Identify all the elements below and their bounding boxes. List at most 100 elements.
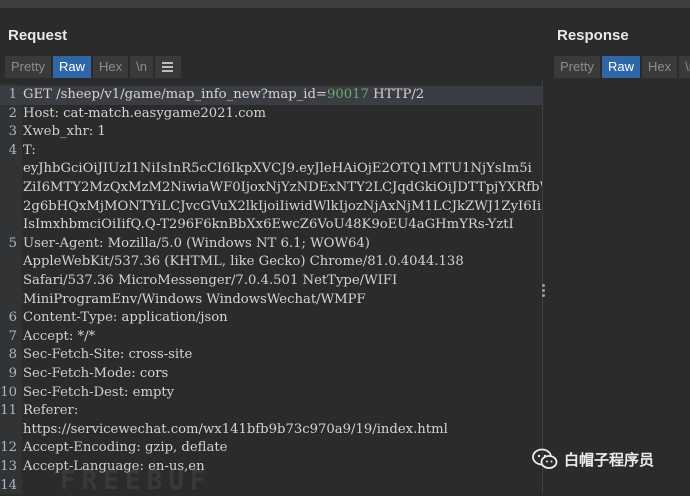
splitter-handle[interactable] bbox=[541, 284, 547, 298]
code-text: IsImxhbmciOiIifQ.Q-T296F6knBbXx6EwcZ6VoU… bbox=[23, 217, 514, 233]
response-panel-title: Response bbox=[557, 27, 629, 44]
line-code: MiniProgramEnv/Windows WindowsWechat/WMP… bbox=[23, 291, 366, 310]
line-code: Accept-Encoding: gzip, deflate bbox=[23, 439, 227, 458]
request-line[interactable]: 6 Content-Type: application/json bbox=[0, 309, 542, 328]
code-text: : Mozilla/5.0 (Windows NT 6.1; WOW64) bbox=[99, 235, 370, 251]
request-line[interactable]: 2g6bHQxMjMONTYiLCJvcGVuX2lkIjoiIiwidWlkI… bbox=[0, 198, 542, 217]
code-text: MiniProgramEnv/Windows WindowsWechat/WMP… bbox=[23, 291, 366, 307]
line-code: Accept: */* bbox=[23, 328, 95, 347]
line-number: 3 bbox=[8, 124, 17, 140]
line-number: 1 bbox=[8, 87, 17, 102]
top-strip bbox=[0, 0, 690, 8]
code-text: : cors bbox=[131, 366, 169, 381]
line-number: 2 bbox=[8, 105, 17, 121]
request-line[interactable]: 3 Xweb_xhr: 1 bbox=[0, 123, 542, 142]
request-line[interactable]: 8 Sec-Fetch-Site: cross-site bbox=[0, 346, 542, 365]
request-tab-newline[interactable]: \n bbox=[130, 56, 153, 78]
request-line[interactable]: 12 Accept-Encoding: gzip, deflate bbox=[0, 439, 542, 458]
header-name: Referer bbox=[23, 403, 74, 419]
line-code: T: bbox=[23, 142, 36, 161]
code-text: : cross-site bbox=[119, 347, 193, 363]
response-view-toolbar: Pretty Raw Hex \n bbox=[554, 56, 690, 79]
line-number: 14 bbox=[0, 477, 17, 493]
header-name: Content-Type bbox=[23, 310, 113, 326]
request-line[interactable]: https://servicewechat.com/wx141bfb9b73c9… bbox=[0, 421, 542, 440]
code-text: ZiI6MTY2MzQxMzM2NiwiaWF0IjoxNjYzNDExNTY2… bbox=[23, 180, 542, 195]
request-line[interactable]: IsImxhbmciOiIifQ.Q-T296F6knBbXx6EwcZ6VoU… bbox=[0, 216, 542, 235]
line-number: 11 bbox=[0, 403, 17, 419]
header-name: Sec-Fetch-Dest bbox=[23, 384, 124, 400]
request-tab-pretty[interactable]: Pretty bbox=[5, 56, 51, 78]
line-code: eyJhbGciOiJIUzI1NiIsInR5cCI6IkpXVCJ9.eyJ… bbox=[23, 160, 532, 179]
request-view-toolbar: Pretty Raw Hex \n bbox=[5, 56, 181, 79]
request-line[interactable]: MiniProgramEnv/Windows WindowsWechat/WMP… bbox=[0, 291, 542, 310]
line-code: ZiI6MTY2MzQxMzM2NiwiaWF0IjoxNjYzNDExNTY2… bbox=[23, 179, 542, 198]
code-text: : empty bbox=[124, 384, 175, 400]
watermark-text: 白帽子程序员 bbox=[564, 450, 655, 469]
line-code: Content-Type: application/json bbox=[23, 309, 228, 328]
code-text: : cat-match.easygame2021.com bbox=[54, 105, 266, 121]
line-code: User-Agent: Mozilla/5.0 (Windows NT 6.1;… bbox=[23, 235, 370, 254]
response-editor[interactable] bbox=[548, 80, 690, 494]
line-code: Sec-Fetch-Dest: empty bbox=[23, 384, 174, 403]
request-line[interactable]: 9 Sec-Fetch-Mode: cors bbox=[0, 365, 542, 384]
code-text: : */* bbox=[68, 328, 96, 344]
code-text: Safari/537.36 MicroMessenger/7.0.4.501 N… bbox=[23, 273, 398, 288]
request-line[interactable]: 11 Referer: bbox=[0, 402, 542, 421]
line-code: 2g6bHQxMjMONTYiLCJvcGVuX2lkIjoiIiwidWlkI… bbox=[23, 198, 541, 217]
param-value: 90017 bbox=[326, 87, 369, 102]
line-number: 7 bbox=[8, 328, 17, 344]
request-line[interactable]: 7 Accept: */* bbox=[0, 328, 542, 347]
line-number: 9 bbox=[8, 366, 17, 381]
response-tab-raw[interactable]: Raw bbox=[601, 56, 640, 78]
line-code: Sec-Fetch-Site: cross-site bbox=[23, 346, 192, 365]
response-tab-hex[interactable]: Hex bbox=[641, 56, 678, 78]
response-tab-pretty[interactable]: Pretty bbox=[554, 56, 600, 78]
request-line[interactable]: eyJhbGciOiJIUzI1NiIsInR5cCI6IkpXVCJ9.eyJ… bbox=[0, 160, 542, 179]
wechat-icon bbox=[532, 448, 558, 469]
line-code: GET /sheep/v1/game/map_info_new?map_id=9… bbox=[23, 86, 424, 105]
header-name: Sec-Fetch-Mode bbox=[23, 366, 132, 381]
code-text: AppleWebKit/537.36 (KHTML, like Gecko) C… bbox=[23, 254, 464, 270]
header-name: Xweb_xhr bbox=[23, 124, 89, 140]
line-number: 12 bbox=[0, 440, 17, 456]
line-code: Sec-Fetch-Mode: cors bbox=[23, 365, 168, 384]
code-text: 2g6bHQxMjMONTYiLCJvcGVuX2lkIjoiIiwidWlkI… bbox=[23, 198, 542, 214]
line-code: Safari/537.36 MicroMessenger/7.0.4.501 N… bbox=[23, 272, 397, 291]
line-code: AppleWebKit/537.36 (KHTML, like Gecko) C… bbox=[23, 253, 464, 272]
code-text: : bbox=[73, 403, 79, 419]
line-number: 6 bbox=[8, 310, 17, 326]
line-code: Host: cat-match.easygame2021.com bbox=[23, 105, 266, 124]
request-menu-button[interactable] bbox=[154, 56, 181, 78]
header-name: Accept bbox=[23, 328, 69, 344]
request-tab-raw[interactable]: Raw bbox=[52, 56, 91, 78]
line-number: 8 bbox=[8, 347, 17, 363]
request-line[interactable]: 5 User-Agent: Mozilla/5.0 (Windows NT 6.1… bbox=[0, 235, 542, 254]
hamburger-icon bbox=[162, 66, 174, 68]
account-watermark: 白帽子程序员 bbox=[532, 448, 654, 470]
request-line[interactable]: 2 Host: cat-match.easygame2021.com bbox=[0, 105, 542, 124]
request-line[interactable]: 10 Sec-Fetch-Dest: empty bbox=[0, 384, 542, 403]
response-tab-newline[interactable]: \n bbox=[679, 56, 690, 78]
request-line[interactable]: ZiI6MTY2MzQxMzM2NiwiaWF0IjoxNjYzNDExNTY2… bbox=[0, 179, 542, 198]
request-tab-hex[interactable]: Hex bbox=[92, 56, 129, 78]
code-text: : application/json bbox=[112, 310, 228, 326]
request-editor[interactable]: 1 GET /sheep/v1/game/map_info_new?map_id=… bbox=[0, 84, 542, 494]
code-text: https://servicewechat.com/wx141bfb9b73c9… bbox=[23, 421, 448, 437]
code-text: HTTP/2 bbox=[368, 87, 425, 102]
request-line[interactable]: 4 T: bbox=[0, 142, 542, 161]
request-line[interactable]: Safari/537.36 MicroMessenger/7.0.4.501 N… bbox=[0, 272, 542, 291]
request-panel-title: Request bbox=[8, 27, 68, 44]
header-name: User-Agent bbox=[23, 235, 100, 251]
line-code: Xweb_xhr: 1 bbox=[23, 123, 106, 142]
code-text: GET /sheep/v1/game/map_info_new?map_id= bbox=[23, 87, 327, 102]
line-code: Referer: bbox=[23, 402, 78, 421]
request-line[interactable]: AppleWebKit/537.36 (KHTML, like Gecko) C… bbox=[0, 253, 542, 272]
freebuf-watermark: FREEBUF bbox=[60, 466, 212, 496]
header-name: Sec-Fetch-Site bbox=[23, 347, 120, 363]
line-code: IsImxhbmciOiIifQ.Q-T296F6knBbXx6EwcZ6VoU… bbox=[23, 216, 514, 235]
code-text: eyJhbGciOiJIUzI1NiIsInR5cCI6IkpXVCJ9.eyJ… bbox=[23, 161, 532, 177]
request-line[interactable]: 1 GET /sheep/v1/game/map_info_new?map_id=… bbox=[0, 86, 542, 105]
code-text: : 1 bbox=[88, 124, 106, 140]
line-number: 4 bbox=[8, 142, 17, 158]
